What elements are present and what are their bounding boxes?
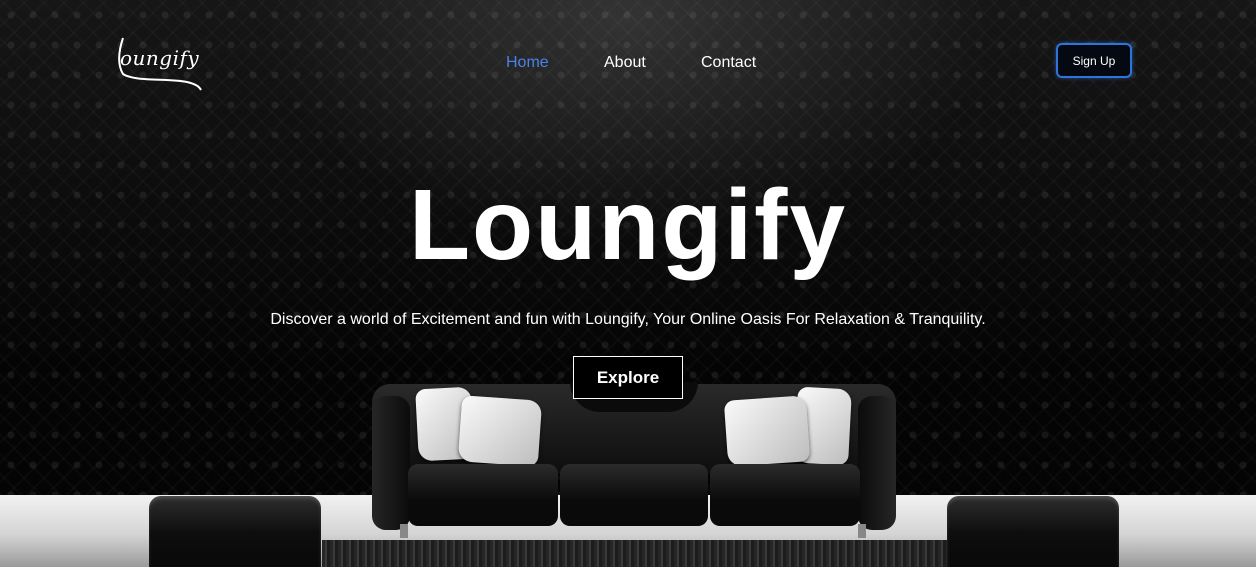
nav-link-home[interactable]: Home: [506, 54, 549, 72]
sign-up-button[interactable]: Sign Up: [1056, 43, 1132, 78]
shag-rug: [322, 540, 948, 567]
sofa-leg: [400, 524, 408, 538]
sofa-arm-left: [372, 396, 410, 530]
sofa-leg: [858, 524, 866, 538]
nav-link-about[interactable]: About: [604, 54, 646, 72]
pillow: [457, 395, 543, 467]
hero-tagline: Discover a world of Excitement and fun w…: [270, 311, 986, 328]
sofa-image: [372, 382, 896, 542]
ottoman-left: [149, 496, 321, 567]
sofa-cushion: [710, 464, 860, 526]
sofa-arm-right: [858, 396, 896, 530]
ottoman-right: [947, 496, 1119, 567]
nav-link-contact[interactable]: Contact: [701, 54, 756, 72]
pillow: [723, 395, 811, 467]
hero-title: Loungify: [408, 169, 848, 281]
sofa-cushion: [560, 464, 708, 526]
sofa-cushion: [408, 464, 558, 526]
explore-button[interactable]: Explore: [573, 356, 683, 399]
